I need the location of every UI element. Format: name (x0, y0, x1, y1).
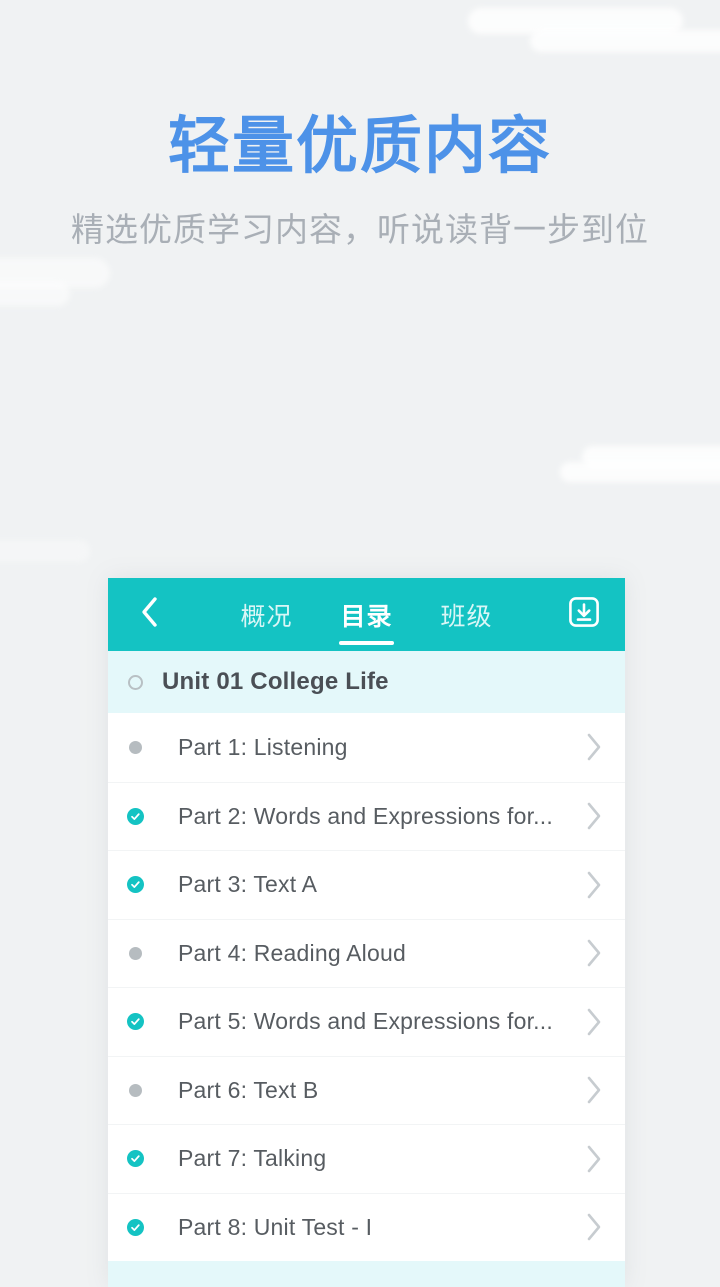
list-item[interactable]: Part 6: Text B (108, 1055, 625, 1124)
tab-catalog-label: 目录 (340, 602, 393, 631)
cloud-shape (530, 30, 720, 52)
chevron-right-icon (585, 1144, 603, 1174)
tab-catalog[interactable]: 目录 (338, 578, 394, 651)
list-item-label: Part 6: Text B (178, 1076, 319, 1103)
app-screenshot-card: 概况 目录 班级 Unit 01 College Life Part 1: Li… (108, 578, 625, 1287)
cloud-shape (582, 446, 720, 468)
check-circle-icon (120, 876, 150, 894)
list-item-label: Part 3: Text A (178, 871, 318, 898)
list-item[interactable]: Part 1: Listening (108, 713, 625, 782)
unit-header-row[interactable]: Unit 01 College Life (108, 651, 625, 713)
chevron-right-icon (585, 1075, 603, 1105)
chevron-right-icon (585, 732, 603, 762)
list-item[interactable]: Part 8: Unit Test - I (108, 1192, 625, 1261)
cloud-shape (0, 540, 90, 562)
list-item[interactable]: Part 2: Words and Expressions for... (108, 781, 625, 850)
list-item-label: Part 4: Reading Aloud (178, 939, 406, 966)
chevron-right-icon (585, 1212, 603, 1242)
back-button[interactable] (126, 595, 172, 634)
cloud-shape (0, 282, 70, 306)
chevron-right-icon (585, 801, 603, 831)
list-item-label: Part 7: Talking (178, 1145, 327, 1172)
check-circle-icon (120, 1218, 150, 1236)
list-item-label: Part 8: Unit Test - I (178, 1213, 373, 1240)
promo-headline: 轻量优质内容 精选优质学习内容，听说读背一步到位 (0, 112, 720, 251)
list-item-label: Part 5: Words and Expressions for... (178, 1008, 553, 1035)
download-box-icon (567, 595, 601, 634)
list-item-label: Part 2: Words and Expressions for... (178, 802, 553, 829)
promo-title: 轻量优质内容 (167, 112, 552, 181)
chevron-right-icon (585, 870, 603, 900)
cloud-shape (560, 462, 720, 482)
tab-class[interactable]: 班级 (439, 578, 495, 651)
circle-outline-icon (120, 674, 150, 690)
check-circle-icon (120, 807, 150, 825)
chevron-right-icon (585, 1007, 603, 1037)
tab-overview[interactable]: 概况 (238, 578, 294, 651)
dot-icon (120, 1083, 150, 1097)
cloud-shape (0, 258, 110, 288)
dot-icon (120, 946, 150, 960)
check-circle-icon (120, 1013, 150, 1031)
chevron-right-icon (585, 938, 603, 968)
dot-icon (120, 740, 150, 754)
next-unit-row[interactable] (108, 1261, 625, 1287)
chevron-left-icon (138, 595, 160, 634)
promo-subtitle: 精选优质学习内容，听说读背一步到位 (71, 211, 649, 249)
list-item[interactable]: Part 5: Words and Expressions for... (108, 987, 625, 1056)
list-item-label: Part 1: Listening (178, 733, 348, 760)
download-button[interactable] (561, 595, 607, 634)
app-top-bar: 概况 目录 班级 (108, 578, 625, 651)
cloud-shape (468, 8, 683, 34)
list-item[interactable]: Part 7: Talking (108, 1124, 625, 1193)
check-circle-icon (120, 1150, 150, 1168)
tab-class-label: 班级 (440, 602, 493, 631)
unit-title: Unit 01 College Life (162, 668, 389, 695)
list-item[interactable]: Part 4: Reading Aloud (108, 918, 625, 987)
tab-bar: 概况 目录 班级 (172, 578, 561, 651)
catalog-list[interactable]: Unit 01 College Life Part 1: Listening P… (108, 651, 625, 1287)
list-item[interactable]: Part 3: Text A (108, 850, 625, 919)
tab-overview-label: 概况 (240, 602, 293, 631)
